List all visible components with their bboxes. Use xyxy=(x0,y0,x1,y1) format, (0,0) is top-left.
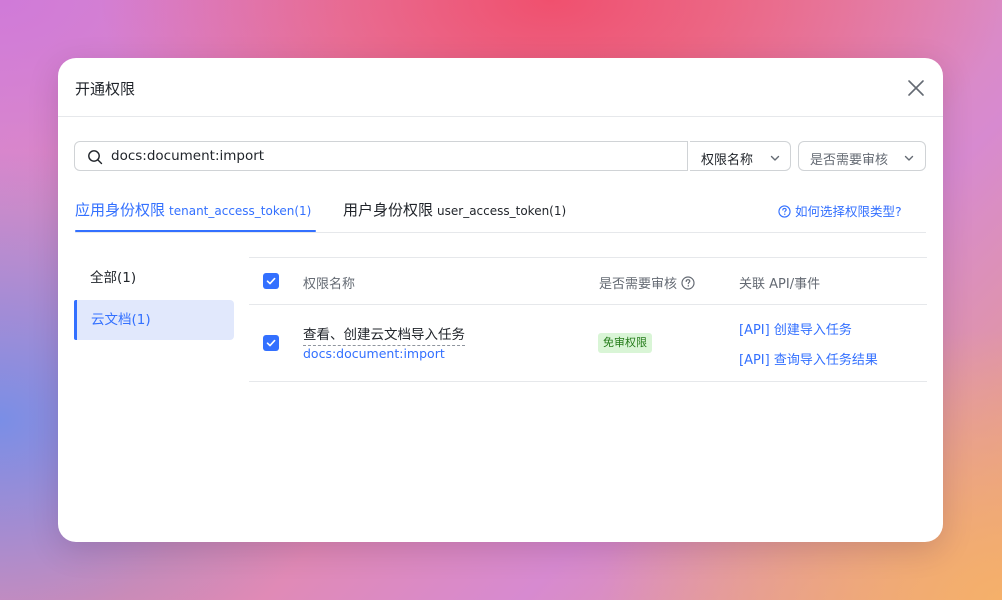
permission-type-help-link[interactable]: 如何选择权限类型? xyxy=(778,201,902,220)
review-required-select-label: 是否需要审核 xyxy=(810,153,889,168)
help-link-label: 如何选择权限类型? xyxy=(795,204,902,219)
select-all-checkbox[interactable] xyxy=(263,273,279,289)
column-header-related-api: 关联 API/事件 xyxy=(739,277,821,292)
tab-user-access-token[interactable]: 用户身份权限 user_access_token(1) xyxy=(343,199,566,220)
check-icon xyxy=(266,339,276,347)
check-icon xyxy=(266,277,276,285)
tab-sub-label: user_access_token(1) xyxy=(437,204,567,218)
permission-scope: docs:document:import xyxy=(303,346,445,361)
tab-sub-label: tenant_access_token(1) xyxy=(169,204,312,218)
search-input[interactable] xyxy=(111,142,671,170)
api-link-create-import-task[interactable]: [API] 创建导入任务 xyxy=(739,319,852,338)
modal-title: 开通权限 xyxy=(75,80,136,98)
permission-name-select-label: 权限名称 xyxy=(701,153,754,168)
column-header-permission-name: 权限名称 xyxy=(303,277,356,292)
question-circle-icon xyxy=(778,205,791,218)
table-header-divider xyxy=(249,304,927,305)
search-icon xyxy=(88,150,103,165)
review-free-tag: 免审权限 xyxy=(598,333,652,353)
permission-modal: 开通权限 权限名称 是否需要审核 应用身份权限tenant_access_tok… xyxy=(58,58,943,542)
row-checkbox[interactable] xyxy=(263,335,279,351)
table-bottom-border xyxy=(249,381,927,382)
review-required-select[interactable]: 是否需要审核 xyxy=(798,141,926,171)
category-cloud-docs[interactable]: 云文档(1) xyxy=(74,300,234,340)
close-icon[interactable] xyxy=(904,76,928,100)
tab-label: 用户身份权限 xyxy=(343,201,434,219)
close-button[interactable] xyxy=(904,76,928,100)
table-top-border xyxy=(249,257,927,258)
column-header-review-label: 是否需要审核 xyxy=(599,277,678,292)
header-divider xyxy=(58,116,943,117)
tabs-divider xyxy=(75,232,926,233)
search-box[interactable] xyxy=(74,141,688,171)
chevron-down-icon xyxy=(904,155,914,161)
chevron-down-icon xyxy=(770,155,780,161)
permission-name: 查看、创建云文档导入任务 xyxy=(303,323,465,346)
tab-label: 应用身份权限 xyxy=(75,201,166,219)
column-header-review: 是否需要审核 xyxy=(599,273,695,292)
api-link-query-import-result[interactable]: [API] 查询导入任务结果 xyxy=(739,349,878,368)
tab-tenant-access-token[interactable]: 应用身份权限 tenant_access_token(1) xyxy=(75,199,311,220)
permission-name-select[interactable]: 权限名称 xyxy=(690,141,791,171)
question-circle-icon[interactable] xyxy=(681,276,695,290)
category-all[interactable]: 全部(1) xyxy=(74,258,234,298)
